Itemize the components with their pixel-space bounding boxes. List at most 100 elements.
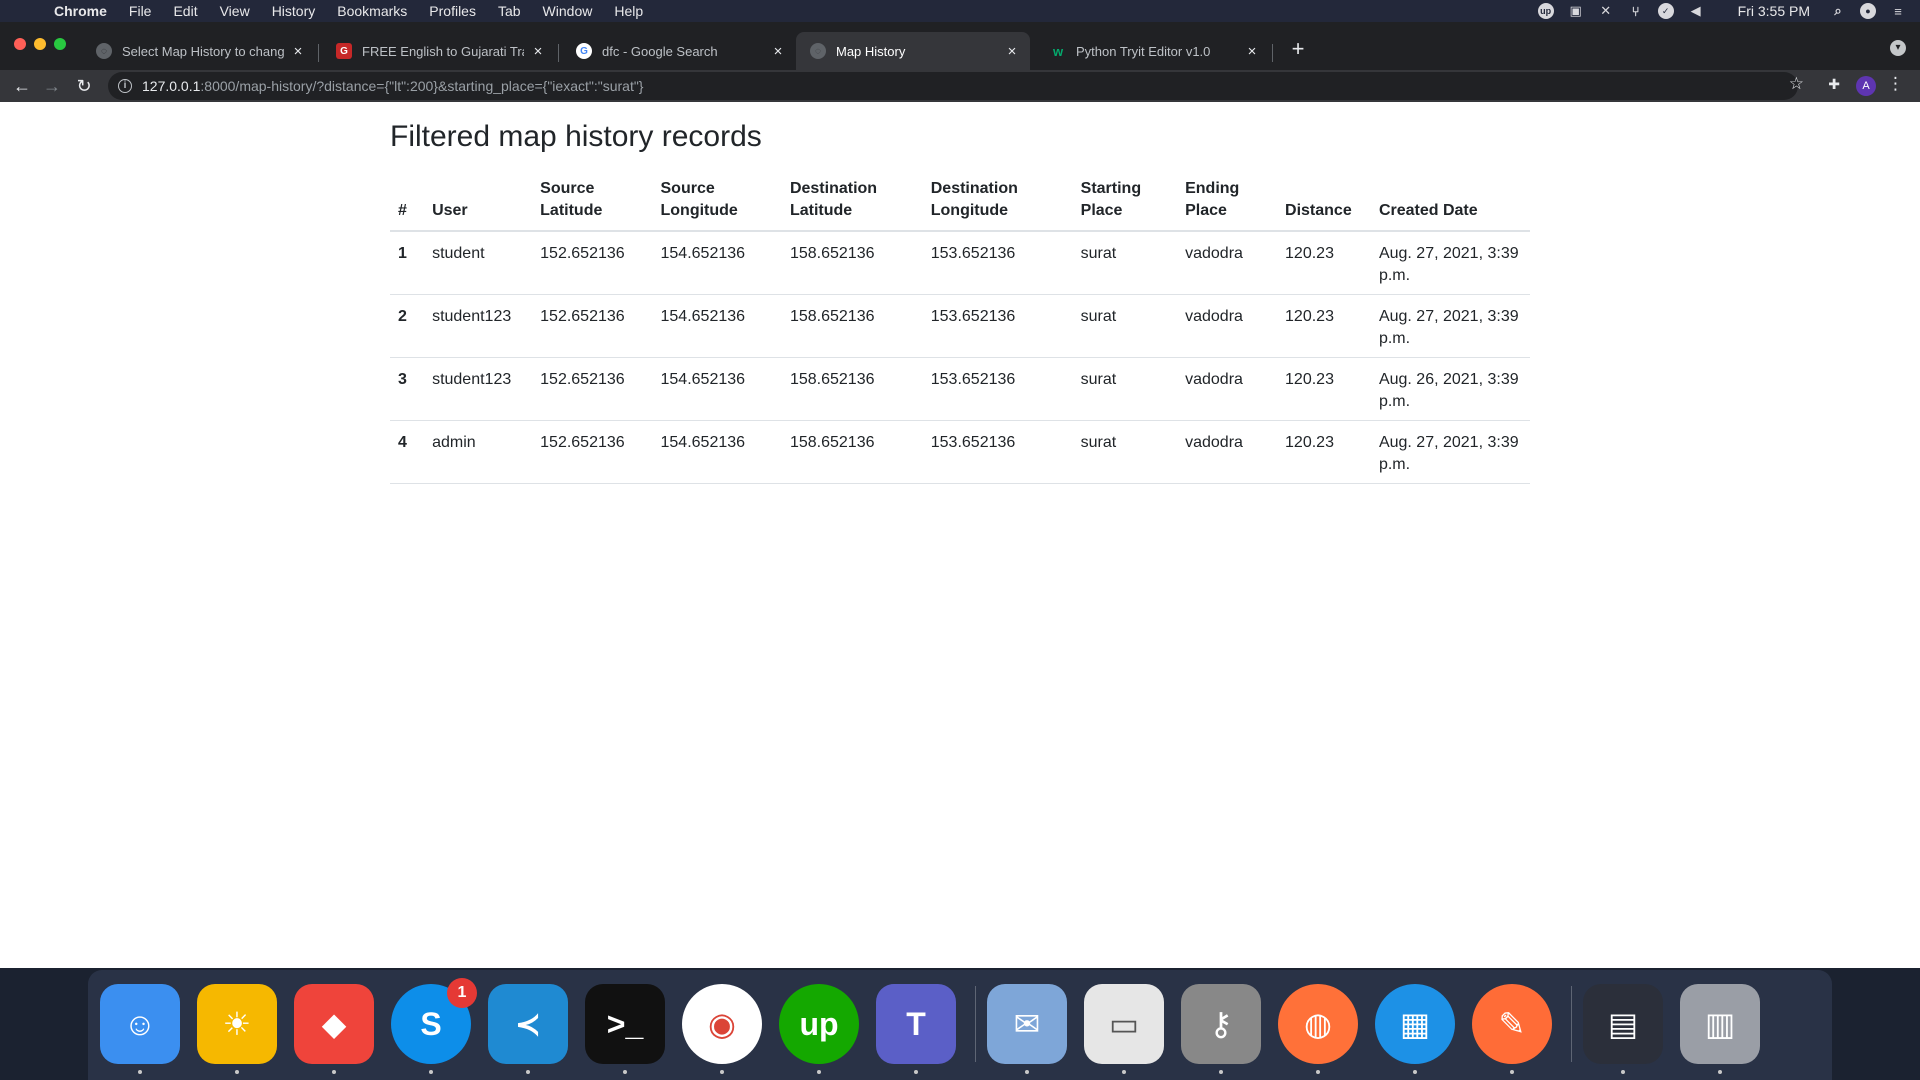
menu-file[interactable]: File [129,0,152,22]
volume-icon[interactable]: ◀ [1688,3,1704,19]
tab-search-icon[interactable]: ▾ [1890,40,1906,56]
column-header-text: Place [1185,202,1227,219]
column-header-text: Starting [1080,180,1142,197]
menu-history[interactable]: History [272,0,316,22]
close-window-button[interactable] [14,38,26,50]
table-cell: student123 [424,357,533,421]
page-content: Filtered map history records # User Source… [390,120,1530,484]
tab-python-tryit[interactable]: w Python Tryit Editor v1.0 × [1036,32,1270,70]
menu-help[interactable]: Help [614,0,643,22]
git-icon[interactable]: ⑂ [1628,3,1644,19]
skype-icon[interactable]: S1 [391,978,477,1064]
running-indicator [235,1070,239,1074]
tab-title: Select Map History to change | Django si… [122,43,284,59]
menu-profiles[interactable]: Profiles [429,0,476,22]
table-cell: 153.652136 [922,294,1073,358]
firefox-icon[interactable]: ◍ [1278,984,1358,1064]
reload-icon[interactable]: ↻ [72,74,96,98]
upwork-icon[interactable]: up [1537,3,1554,19]
menu-edit[interactable]: Edit [173,0,197,22]
keychain-icon[interactable]: ⚷ [1181,984,1261,1064]
table-row: 4 admin 152.652136 154.652136 158.652136 153.… [390,420,1530,484]
column-header: Created Date [1370,170,1530,232]
close-icon[interactable]: × [770,43,786,60]
menu-window[interactable]: Window [543,0,593,22]
upwork-icon[interactable]: up [779,984,859,1064]
running-indicator [1219,1070,1223,1074]
finder-icon[interactable]: ☺ [100,984,180,1064]
menu-chrome[interactable]: Chrome [54,0,107,22]
tab-google-search[interactable]: G dfc - Google Search × [562,32,796,70]
site-info-icon[interactable]: i [118,79,132,93]
running-indicator [1718,1070,1722,1074]
running-indicator [332,1070,336,1074]
zoom-window-button[interactable] [54,38,66,50]
postman-icon[interactable]: ✎ [1472,984,1552,1064]
docker-icon[interactable]: ▣ [1568,3,1584,19]
table-cell: student123 [424,294,533,358]
menu-bar-clock[interactable]: Fri 3:55 PM [1738,3,1810,19]
teams-icon[interactable]: T [876,984,956,1064]
back-arrow-icon[interactable]: ← [10,74,34,98]
table-cell: vadodra [1177,420,1278,484]
table-cell: surat [1072,231,1178,295]
file-icon[interactable]: ▭ [1084,984,1164,1064]
address-bar[interactable]: i 127.0.0.1:8000/map-history/?distance={… [108,72,1798,100]
notification-badge: 1 [447,978,477,1008]
table-cell: 4 [390,420,425,484]
close-icon[interactable]: × [1004,43,1020,60]
forward-arrow-icon[interactable]: → [40,74,64,98]
docker-icon[interactable]: ▦ [1375,984,1455,1064]
anydesk-icon[interactable]: ◆ [294,984,374,1064]
close-icon[interactable]: × [530,43,546,60]
tab-django-admin[interactable]: ◌ Select Map History to change | Django … [82,32,316,70]
tab-divider [318,44,319,62]
trash-icon[interactable]: ▥ [1680,984,1760,1064]
table-cell: 2 [390,294,425,358]
close-icon[interactable]: × [290,43,306,60]
table-cell: surat [1072,420,1178,484]
menu-bookmarks[interactable]: Bookmarks [337,0,407,22]
chrome-icon[interactable]: ◉ [682,984,762,1064]
menu-view[interactable]: View [220,0,250,22]
mail-icon[interactable]: ✉ [987,984,1067,1064]
column-header-text: Place [1080,202,1123,219]
table-cell: 154.652136 [652,294,782,358]
menu-bar: Chrome File Edit View History Bookmarks … [0,0,1920,22]
control-center-icon[interactable]: ≡ [1890,3,1906,19]
column-header: # [390,170,425,232]
more-menu-icon[interactable]: ⋮ [1887,74,1904,94]
running-indicator [429,1070,433,1074]
table-body: 1 student 152.652136 154.652136 158.652136 15… [390,231,1530,484]
menu-tab[interactable]: Tab [498,0,521,22]
column-header-text: User [432,202,468,219]
extensions-puzzle-icon[interactable]: ✚ [1828,76,1840,93]
tab-translation[interactable]: G FREE English to Gujarati Translation × [322,32,556,70]
column-header-text: Distance [1285,202,1352,219]
terminal-icon[interactable]: >_ [585,984,665,1064]
window-thumbnail-icon[interactable]: ▤ [1583,984,1663,1064]
table-cell: Aug. 27, 2021, 3:39 p.m. [1370,231,1530,295]
minimize-window-button[interactable] [34,38,46,50]
network-icon[interactable]: ✕ [1598,3,1614,19]
bookmark-star-icon[interactable]: ☆ [1789,74,1804,94]
table-cell: 158.652136 [781,357,923,421]
dock-separator [1571,986,1572,1062]
table-cell: 158.652136 [781,231,923,295]
running-indicator [526,1070,530,1074]
profile-avatar[interactable]: A [1856,76,1876,96]
tab-map-history[interactable]: ◌ Map History × [796,32,1030,70]
search-icon[interactable]: ⌕ [1830,3,1846,19]
tab-divider [1272,44,1273,62]
sun-icon[interactable]: ☀ [197,984,277,1064]
new-tab-button[interactable]: + [1284,36,1312,62]
close-icon[interactable]: × [1244,43,1260,60]
vscode-icon[interactable]: ≺ [488,984,568,1064]
column-header-text: Ending [1185,180,1240,197]
table-cell: 154.652136 [652,420,782,484]
table-header-row: # User Source Latitude Source Longitude Destin… [390,170,1530,232]
checkmark-icon[interactable]: ✓ [1657,3,1674,19]
table-cell: 153.652136 [922,357,1073,421]
tab-title: Map History [836,43,906,59]
siri-icon[interactable]: ● [1860,3,1876,19]
